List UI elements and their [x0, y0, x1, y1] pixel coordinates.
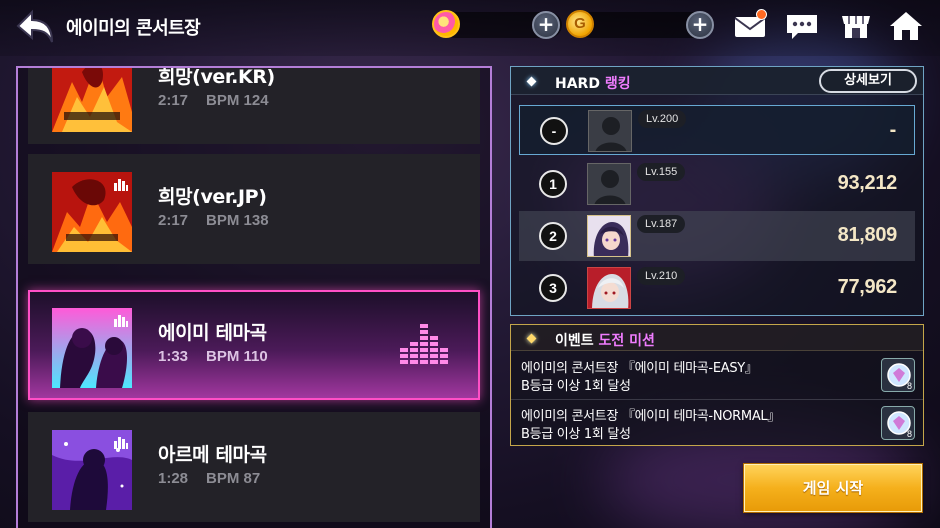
rank-score: -: [889, 119, 897, 141]
mission-title-accent: 도전 미션: [598, 333, 655, 349]
song-jacket: [52, 68, 132, 132]
game-start-button[interactable]: 게임 시작: [744, 464, 922, 512]
song-title: 희망(ver.JP): [158, 186, 267, 208]
avatar: [587, 267, 631, 309]
reward-crystal-icon[interactable]: 8: [881, 358, 915, 392]
rank-number: 1: [539, 170, 567, 198]
ranking-detail-button[interactable]: 상세보기: [819, 69, 917, 93]
diamond-bullet-icon: [526, 76, 537, 87]
avatar: [588, 110, 632, 152]
ranking-row-me: - Lv.200 -: [519, 105, 915, 155]
level-badge: Lv.187: [637, 215, 686, 233]
mission-item[interactable]: 에이미의 콘서트장 『에이미 테마곡-EASY』 B등급 이상 1회 달성 8: [511, 352, 923, 398]
avatar: [587, 163, 631, 205]
home-icon[interactable]: [888, 10, 924, 42]
song-meta: 2:17 BPM 124: [158, 92, 269, 109]
notification-badge: [756, 9, 767, 20]
level-badge: Lv.210: [637, 267, 686, 285]
rank-score: 93,212: [837, 172, 898, 194]
song-jacket: [52, 172, 132, 252]
reward-crystal-icon[interactable]: 8: [881, 406, 915, 440]
song-item[interactable]: 아르메 테마곡 1:28 BPM 87: [28, 412, 480, 522]
song-title: 희망(ver.KR): [158, 66, 275, 88]
reward-count: 8: [906, 429, 912, 439]
ranking-row[interactable]: 3 Lv.210 77,962: [519, 263, 915, 313]
page-title: 에이미의 콘서트장: [66, 18, 201, 39]
ranking-row[interactable]: 2 Lv.187 81,809: [519, 211, 915, 261]
ranking-title: HARD 랭킹: [555, 73, 631, 93]
song-bpm: BPM 87: [206, 470, 261, 487]
song-jacket: [52, 308, 132, 388]
song-item-selected[interactable]: 에이미 테마곡 1:33 BPM 110: [28, 290, 480, 400]
ranking-header: HARD 랭킹 상세보기: [511, 67, 923, 95]
diamond-bullet-icon: [526, 333, 537, 344]
ranking-row[interactable]: 1 Lv.155 93,212: [519, 159, 915, 209]
mission-description: 에이미의 콘서트장 『에이미 테마곡-NORMAL』: [521, 409, 781, 424]
song-bpm: BPM 110: [206, 348, 268, 365]
rank-number: 2: [539, 222, 567, 250]
song-meta: 1:33 BPM 110: [158, 348, 268, 365]
chat-icon[interactable]: [784, 10, 820, 42]
equalizer-mini-icon: [114, 312, 128, 327]
song-list[interactable]: 희망(ver.KR) 2:17 BPM 124 희망(ver.JP) 2:17 …: [16, 66, 492, 528]
add-gem-button[interactable]: +: [532, 11, 560, 39]
mission-header: 이벤트 도전 미션: [511, 325, 923, 351]
ranking-title-label: 랭킹: [604, 76, 631, 92]
top-bar: 에이미의 콘서트장 + G +: [0, 0, 940, 56]
song-meta: 2:17 BPM 138: [158, 212, 269, 229]
song-duration: 1:28: [158, 470, 189, 487]
shop-icon[interactable]: [838, 10, 874, 42]
ranking-difficulty: HARD: [555, 76, 600, 92]
song-meta: 1:28 BPM 87: [158, 470, 260, 487]
equalizer-mini-icon: [114, 176, 128, 191]
level-badge: Lv.200: [638, 110, 687, 128]
rank-score: 81,809: [837, 224, 898, 246]
song-title: 에이미 테마곡: [158, 322, 267, 344]
level-badge: Lv.155: [637, 163, 686, 181]
song-duration: 2:17: [158, 212, 189, 229]
song-item[interactable]: 희망(ver.JP) 2:17 BPM 138: [28, 154, 480, 264]
mission-item[interactable]: 에이미의 콘서트장 『에이미 테마곡-NORMAL』 B등급 이상 1회 달성 …: [511, 399, 923, 445]
song-bpm: BPM 138: [206, 212, 269, 229]
equalizer-icon: [400, 324, 450, 366]
mission-title: 이벤트 도전 미션: [555, 330, 655, 350]
ranking-panel: HARD 랭킹 상세보기 - Lv.200 - 1 Lv.155 93,212 …: [510, 66, 924, 316]
event-mission-panel: 이벤트 도전 미션 에이미의 콘서트장 『에이미 테마곡-EASY』 B등급 이…: [510, 324, 924, 446]
equalizer-mini-icon: [114, 434, 128, 449]
back-arrow-icon[interactable]: [14, 8, 56, 46]
rank-number: -: [540, 117, 568, 145]
song-title: 아르메 테마곡: [158, 444, 267, 466]
song-item[interactable]: 희망(ver.KR) 2:17 BPM 124: [28, 66, 480, 144]
mission-condition: B등급 이상 1회 달성: [521, 427, 631, 442]
mission-title-prefix: 이벤트: [555, 333, 594, 349]
mission-condition: B등급 이상 1회 달성: [521, 379, 631, 394]
mission-description: 에이미의 콘서트장 『에이미 테마곡-EASY』: [521, 361, 758, 376]
song-duration: 2:17: [158, 92, 189, 109]
song-bpm: BPM 124: [206, 92, 269, 109]
gold-coin-icon: G: [566, 10, 594, 38]
rank-number: 3: [539, 274, 567, 302]
song-duration: 1:33: [158, 348, 189, 365]
song-jacket: [52, 430, 132, 510]
reward-count: 8: [906, 381, 912, 391]
rank-score: 77,962: [837, 276, 898, 298]
gem-currency-icon: [432, 10, 460, 38]
add-gold-button[interactable]: +: [686, 11, 714, 39]
avatar: [587, 215, 631, 257]
